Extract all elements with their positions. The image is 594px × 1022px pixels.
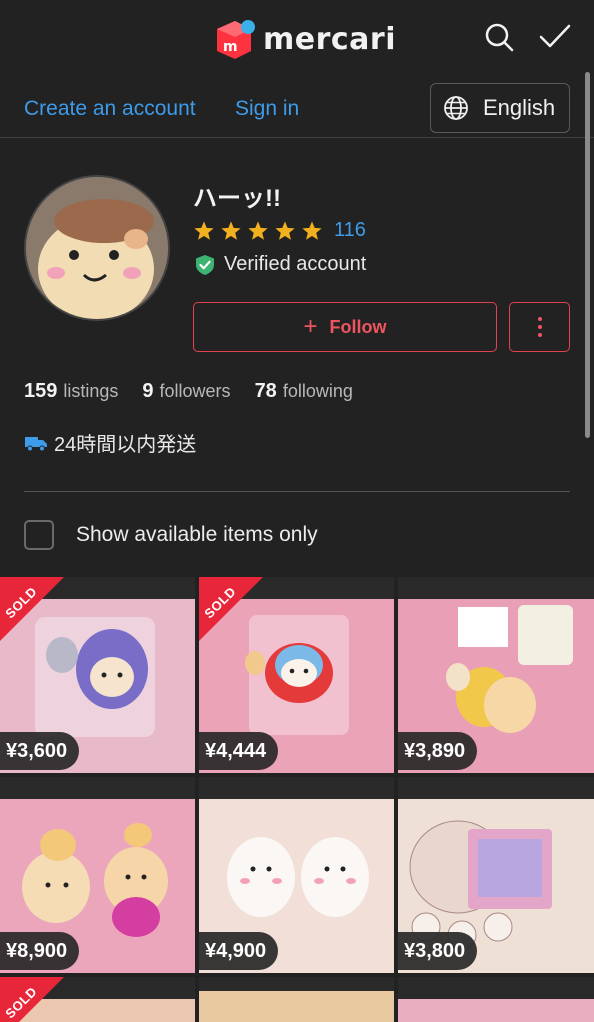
rating-count[interactable]: 116 xyxy=(334,219,366,242)
item-price: ¥4,900 xyxy=(199,932,279,970)
globe-icon xyxy=(444,96,468,120)
shipping-badge: 24時間以内発送 xyxy=(24,428,196,457)
app-header: m mercari xyxy=(0,0,594,78)
avatar[interactable] xyxy=(24,175,170,321)
star-icon xyxy=(194,220,214,240)
item-tile[interactable]: ¥3,890 xyxy=(398,577,594,773)
followers-label[interactable]: followers xyxy=(160,381,231,402)
svg-text:m: m xyxy=(223,39,238,55)
listings-label[interactable]: listings xyxy=(63,381,118,402)
star-icon xyxy=(302,220,322,240)
following-count[interactable]: 78 xyxy=(255,380,277,403)
star-icon xyxy=(221,220,241,240)
item-price: ¥4,444 xyxy=(199,732,279,770)
verified-shield-icon xyxy=(196,254,214,275)
auth-bar: Create an account Sign in English xyxy=(0,78,594,138)
followers-count[interactable]: 9 xyxy=(142,380,153,403)
item-tile[interactable]: SOLD ¥4,444 xyxy=(199,577,394,773)
item-tile[interactable]: ¥4,900 xyxy=(199,777,394,973)
more-dot xyxy=(537,333,542,337)
create-account-link[interactable]: Create an account xyxy=(24,97,196,121)
mercari-logo[interactable]: m mercari xyxy=(213,17,396,61)
item-tile[interactable] xyxy=(398,977,594,1022)
star-icon xyxy=(275,220,295,240)
item-tile[interactable]: ¥3,800 xyxy=(398,777,594,973)
item-photo xyxy=(398,977,594,1022)
item-price: ¥3,800 xyxy=(398,932,478,970)
mercari-logo-icon: m xyxy=(213,17,257,61)
delivery-truck-icon xyxy=(25,436,47,451)
item-photo xyxy=(199,977,394,1022)
follow-label: Follow xyxy=(329,316,387,337)
item-price: ¥8,900 xyxy=(0,932,80,970)
language-label: English xyxy=(483,95,556,120)
item-tile[interactable]: SOLD xyxy=(0,977,195,1022)
item-tile[interactable]: SOLD ¥3,600 xyxy=(0,577,195,773)
scrollbar[interactable] xyxy=(585,72,590,438)
sign-in-link[interactable]: Sign in xyxy=(235,97,299,121)
item-tile[interactable] xyxy=(199,977,394,1022)
following-label[interactable]: following xyxy=(283,381,353,402)
search-icon[interactable] xyxy=(482,20,516,54)
item-tile[interactable]: ¥8,900 xyxy=(0,777,195,973)
more-options-button[interactable] xyxy=(509,302,570,352)
available-label[interactable]: Show available items only xyxy=(76,523,318,547)
item-price: ¥3,600 xyxy=(0,732,80,770)
available-checkbox[interactable] xyxy=(24,520,54,550)
profile-stats: 159 listings 9 followers 78 following xyxy=(24,380,377,403)
username: ハーッ!! xyxy=(193,185,281,212)
star-icon xyxy=(248,220,268,240)
checkmark-icon[interactable] xyxy=(538,20,572,54)
available-filter[interactable]: Show available items only xyxy=(24,520,318,550)
follow-button[interactable]: + Follow xyxy=(193,302,497,352)
more-dot xyxy=(537,325,542,329)
rating[interactable]: 116 xyxy=(193,219,366,242)
verified-badge: Verified account xyxy=(194,253,366,276)
divider xyxy=(24,491,570,492)
verified-label: Verified account xyxy=(224,253,367,275)
language-button[interactable]: English xyxy=(430,83,570,133)
item-price: ¥3,890 xyxy=(398,732,478,770)
brand-name: mercari xyxy=(263,21,397,57)
plus-icon: + xyxy=(303,313,318,340)
listings-count[interactable]: 159 xyxy=(24,380,57,403)
more-dot xyxy=(537,317,542,321)
shipping-label: 24時間以内発送 xyxy=(54,434,197,456)
